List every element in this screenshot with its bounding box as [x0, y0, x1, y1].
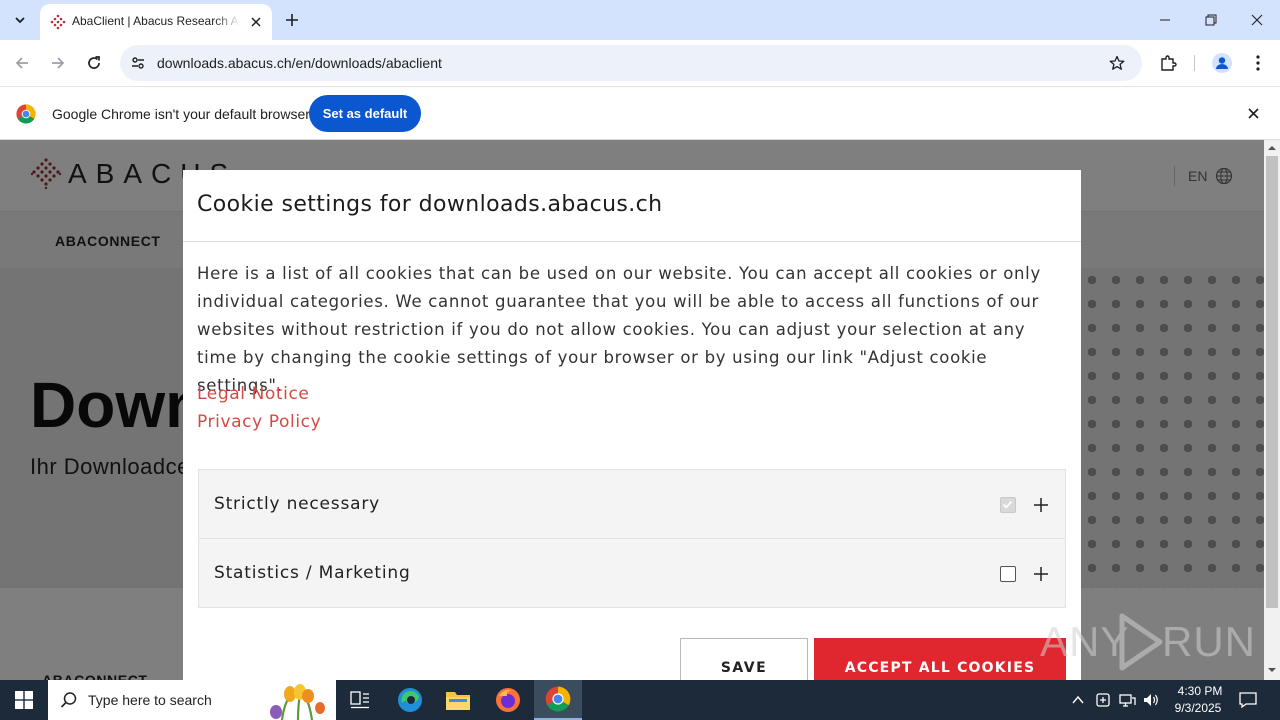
- chrome-icon: [545, 686, 571, 712]
- toolbar-divider: [1194, 55, 1195, 71]
- minimize-button[interactable]: [1142, 0, 1188, 40]
- url-text[interactable]: downloads.abacus.ch/en/downloads/abaclie…: [157, 55, 442, 71]
- back-button[interactable]: [10, 51, 34, 75]
- default-browser-infobar: Google Chrome isn't your default browser…: [0, 86, 1280, 140]
- new-tab-button[interactable]: [282, 10, 302, 30]
- cookie-category-strictly-necessary[interactable]: Strictly necessary: [198, 469, 1066, 539]
- scroll-up-arrow-icon[interactable]: [1268, 144, 1276, 152]
- cookie-category-label: Statistics / Marketing: [214, 563, 411, 583]
- tune-icon: [132, 57, 144, 69]
- security-tray-icon[interactable]: [1094, 691, 1112, 709]
- browser-toolbar: downloads.abacus.ch/en/downloads/abaclie…: [0, 40, 1280, 86]
- windows-logo-icon: [15, 691, 33, 709]
- dialog-divider: [183, 241, 1081, 242]
- anyrun-watermark: ANY RUN: [1040, 610, 1255, 674]
- taskbar-edge[interactable]: [386, 680, 434, 720]
- strictly-necessary-checkbox: [1000, 497, 1016, 513]
- page-scrollbar[interactable]: [1264, 140, 1280, 680]
- tab-strip: AbaClient | Abacus Research AG: [0, 0, 1280, 40]
- tray-chevron-up-icon[interactable]: [1070, 692, 1086, 708]
- taskbar-chrome[interactable]: [534, 680, 582, 720]
- play-logo-icon: [1119, 613, 1163, 671]
- infobar-close-button[interactable]: [1243, 103, 1263, 123]
- folder-icon: [446, 692, 470, 710]
- close-icon: [1251, 14, 1263, 26]
- windows-taskbar: Type here to search 4:30 PM 9/3/2025: [0, 680, 1280, 720]
- dialog-title: Cookie settings for downloads.abacus.ch: [197, 192, 663, 217]
- tab-title: AbaClient | Abacus Research AG: [72, 14, 240, 28]
- notification-icon[interactable]: [1238, 690, 1258, 710]
- close-icon: [1247, 107, 1259, 119]
- clock-time[interactable]: 4:30 PM: [1172, 684, 1228, 698]
- watermark-text-right: RUN: [1162, 618, 1256, 665]
- privacy-policy-link[interactable]: Privacy Policy: [197, 412, 321, 432]
- star-icon: [1109, 55, 1125, 70]
- extensions-button[interactable]: [1156, 51, 1180, 75]
- menu-button[interactable]: [1246, 51, 1270, 75]
- cookie-category-label: Strictly necessary: [214, 494, 380, 514]
- volume-icon[interactable]: [1142, 691, 1160, 709]
- reload-button[interactable]: [82, 51, 106, 75]
- set-default-button[interactable]: Set as default: [309, 95, 421, 132]
- taskbar-file-explorer[interactable]: [434, 680, 482, 720]
- tulips-illustration-icon: [270, 684, 325, 720]
- forward-button[interactable]: [46, 51, 70, 75]
- address-bar[interactable]: downloads.abacus.ch/en/downloads/abaclie…: [120, 45, 1142, 81]
- tab-close-button[interactable]: [246, 12, 266, 32]
- start-button[interactable]: [0, 680, 48, 720]
- taskbar-firefox[interactable]: [484, 680, 532, 720]
- search-icon: [60, 692, 77, 708]
- arrow-left-icon: [15, 57, 28, 69]
- expand-plus-icon[interactable]: [1031, 495, 1051, 515]
- puzzle-icon: [1161, 55, 1177, 71]
- cookie-category-statistics-marketing[interactable]: Statistics / Marketing: [198, 538, 1066, 608]
- close-icon: [251, 17, 261, 27]
- restore-icon: [1205, 14, 1217, 26]
- reload-icon: [88, 56, 100, 69]
- minimize-icon: [1160, 19, 1170, 21]
- firefox-icon: [496, 688, 520, 712]
- clock-date[interactable]: 9/3/2025: [1166, 701, 1230, 715]
- infobar-message: Google Chrome isn't your default browser: [52, 106, 310, 122]
- arrow-right-icon: [52, 57, 65, 69]
- abacus-favicon-icon: [50, 14, 66, 30]
- dialog-description: Here is a list of all cookies that can b…: [197, 264, 1041, 395]
- plus-icon: [286, 14, 298, 26]
- search-placeholder: Type here to search: [88, 692, 212, 708]
- site-info-button[interactable]: [128, 53, 148, 73]
- scrollbar-thumb[interactable]: [1266, 156, 1278, 608]
- browser-tab[interactable]: AbaClient | Abacus Research AG: [40, 4, 272, 40]
- watermark-text-left: ANY: [1040, 618, 1130, 665]
- profile-icon: [1212, 53, 1232, 73]
- window-close-button[interactable]: [1234, 0, 1280, 40]
- expand-plus-icon[interactable]: [1031, 564, 1051, 584]
- edge-icon: [398, 688, 422, 712]
- cookie-settings-dialog: Cookie settings for downloads.abacus.ch …: [183, 170, 1081, 694]
- tab-search-button[interactable]: [8, 8, 32, 32]
- task-view-button[interactable]: [336, 680, 384, 720]
- scroll-down-arrow-icon[interactable]: [1268, 666, 1276, 674]
- statistics-marketing-checkbox[interactable]: [1000, 566, 1016, 582]
- bookmark-button[interactable]: [1106, 53, 1128, 73]
- restore-button[interactable]: [1188, 0, 1234, 40]
- checkmark-icon: [1002, 500, 1013, 509]
- chevron-down-icon: [15, 17, 25, 24]
- legal-notice-link[interactable]: Legal Notice: [197, 384, 309, 404]
- more-vertical-icon: [1256, 55, 1260, 71]
- network-icon[interactable]: [1118, 691, 1136, 709]
- taskbar-search-box[interactable]: Type here to search: [48, 680, 336, 720]
- chrome-logo-icon: [16, 104, 36, 124]
- profile-button[interactable]: [1210, 51, 1234, 75]
- task-view-icon: [350, 691, 369, 709]
